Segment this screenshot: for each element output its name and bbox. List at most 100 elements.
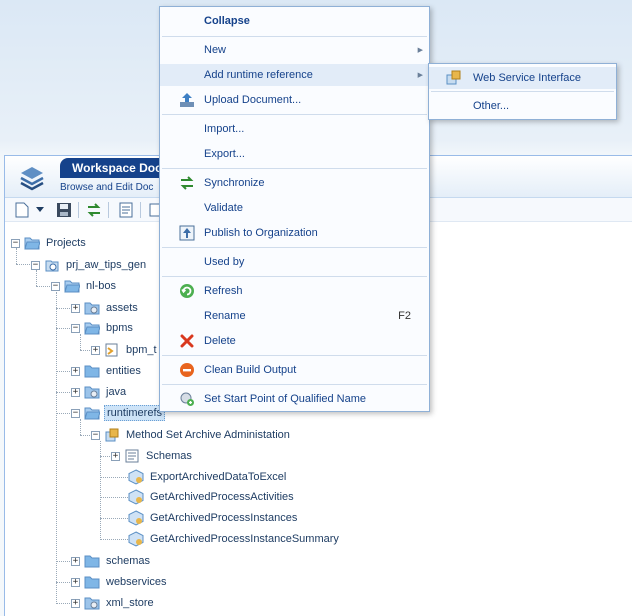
submenu-item-other[interactable]: Other...: [429, 95, 616, 117]
add-runtime-reference-submenu: Web Service Interface Other...: [428, 63, 617, 120]
tree-node[interactable]: + bpm_t: [91, 341, 159, 359]
tree-node-label: entities: [106, 365, 141, 377]
collapse-toggle[interactable]: −: [71, 323, 80, 333]
menu-item-upload-document[interactable]: Upload Document...: [160, 89, 429, 111]
menu-item-delete[interactable]: Delete: [160, 330, 429, 352]
expand-toggle[interactable]: +: [71, 303, 80, 313]
tree-node-label: assets: [106, 302, 138, 314]
tree-node[interactable]: GetArchivedProcessActivities: [128, 488, 296, 506]
save-icon: [57, 203, 71, 217]
folder-open-icon: [84, 322, 100, 335]
tree-node[interactable]: + Schemas: [111, 447, 194, 465]
tree-node-selected[interactable]: − runtimerefs: [71, 404, 166, 422]
tree-node-label: schemas: [106, 555, 151, 567]
document-icon: [119, 202, 133, 218]
save-button[interactable]: [55, 201, 73, 219]
expand-toggle[interactable]: +: [71, 556, 80, 566]
web-service-icon: [128, 489, 144, 505]
expand-toggle[interactable]: +: [111, 451, 120, 461]
expand-toggle[interactable]: +: [71, 387, 80, 397]
menu-item-clean-build-output[interactable]: Clean Build Output: [160, 359, 429, 381]
tree-node[interactable]: − Method Set Archive Administation: [91, 426, 292, 444]
tree-node-label: Method Set Archive Administation: [126, 429, 290, 441]
expand-toggle[interactable]: +: [91, 345, 100, 355]
tree-node[interactable]: − nl-bos: [51, 277, 118, 295]
menu-item-set-start-point[interactable]: Set Start Point of Qualified Name: [160, 388, 429, 410]
workspace-logo-icon: [20, 167, 44, 191]
workspace-subtitle: Browse and Edit Doc: [60, 182, 154, 193]
tree-node[interactable]: + assets: [71, 299, 140, 317]
tree-node-label: java: [106, 386, 127, 398]
synchronize-icon: [179, 175, 195, 191]
start-point-icon: [179, 391, 195, 407]
refresh-icon: [179, 283, 195, 299]
tree-node[interactable]: − bpms: [71, 319, 135, 337]
menu-item-add-runtime-reference[interactable]: Add runtime reference ▶: [160, 64, 429, 86]
tree-node[interactable]: + entities: [71, 362, 143, 380]
tree-node-label: runtimerefs: [104, 405, 166, 421]
menu-item-new[interactable]: New ▶: [160, 39, 429, 61]
upload-icon: [179, 92, 195, 108]
synchronize-icon: [87, 203, 101, 217]
tree-node-label: webservices: [106, 576, 167, 588]
tree-node-label: prj_aw_tips_gen: [66, 259, 147, 271]
menu-item-import[interactable]: Import...: [160, 118, 429, 140]
rename-shortcut: F2: [398, 310, 411, 322]
folder-icon: [84, 555, 100, 568]
tree-node[interactable]: GetArchivedProcessInstanceSummary: [128, 530, 341, 548]
properties-button[interactable]: [117, 201, 135, 219]
expand-toggle[interactable]: +: [71, 598, 80, 608]
new-dropdown-button[interactable]: [35, 201, 45, 219]
submenu-arrow-icon: ▶: [417, 72, 423, 79]
menu-item-refresh[interactable]: Refresh: [160, 280, 429, 302]
folder-open-icon: [24, 237, 40, 250]
package-folder-icon: [84, 597, 100, 610]
synchronize-button[interactable]: [85, 201, 103, 219]
menu-item-synchronize[interactable]: Synchronize: [160, 172, 429, 194]
expand-toggle[interactable]: +: [71, 577, 80, 587]
menu-item-rename[interactable]: Rename F2: [160, 305, 429, 327]
tree-node[interactable]: + java: [71, 383, 128, 401]
web-service-icon: [128, 510, 144, 526]
submenu-item-web-service-interface[interactable]: Web Service Interface: [429, 67, 616, 89]
schemas-icon: [125, 449, 139, 463]
tree-node[interactable]: ExportArchivedDataToExcel: [128, 468, 288, 486]
context-menu: Collapse New ▶ Add runtime reference ▶ U…: [159, 6, 430, 412]
tree-node[interactable]: + xml_store: [71, 594, 156, 612]
folder-icon: [84, 365, 100, 378]
tree-node-label: ExportArchivedDataToExcel: [150, 471, 287, 483]
menu-item-validate[interactable]: Validate: [160, 197, 429, 219]
web-service-interface-icon: [446, 70, 462, 86]
delete-icon: [179, 333, 195, 349]
menu-item-export[interactable]: Export...: [160, 143, 429, 165]
collapse-toggle[interactable]: −: [91, 430, 100, 440]
tree-node-label: nl-bos: [86, 280, 116, 292]
folder-open-icon: [64, 280, 80, 293]
tree-node-label: bpms: [106, 322, 133, 334]
collapse-toggle[interactable]: −: [11, 238, 20, 248]
tree-node-label: bpm_t: [126, 344, 157, 356]
tree-node[interactable]: + schemas: [71, 552, 152, 570]
collapse-toggle[interactable]: −: [51, 281, 60, 291]
tree-node-label: Schemas: [146, 450, 192, 462]
new-document-button[interactable]: [13, 201, 31, 219]
collapse-toggle[interactable]: −: [71, 408, 80, 418]
package-folder-icon: [84, 302, 100, 315]
tree-node[interactable]: − prj_aw_tips_gen: [31, 256, 148, 274]
menu-item-publish[interactable]: Publish to Organization: [160, 222, 429, 244]
expand-toggle[interactable]: +: [71, 366, 80, 376]
collapse-toggle[interactable]: −: [31, 260, 40, 270]
tree-node-label: xml_store: [106, 597, 154, 609]
tree-node[interactable]: − Projects: [11, 234, 88, 252]
web-service-icon: [128, 531, 144, 547]
web-service-icon: [128, 469, 144, 485]
folder-icon: [84, 576, 100, 589]
tree-node-label: GetArchivedProcessInstanceSummary: [150, 533, 339, 545]
menu-item-used-by[interactable]: Used by: [160, 251, 429, 273]
tree-node-label: GetArchivedProcessActivities: [150, 491, 294, 503]
tree-node[interactable]: + webservices: [71, 573, 169, 591]
package-folder-icon: [84, 386, 100, 399]
menu-item-collapse[interactable]: Collapse: [160, 10, 429, 32]
tree-node[interactable]: GetArchivedProcessInstances: [128, 509, 299, 527]
folder-open-icon: [84, 407, 100, 420]
